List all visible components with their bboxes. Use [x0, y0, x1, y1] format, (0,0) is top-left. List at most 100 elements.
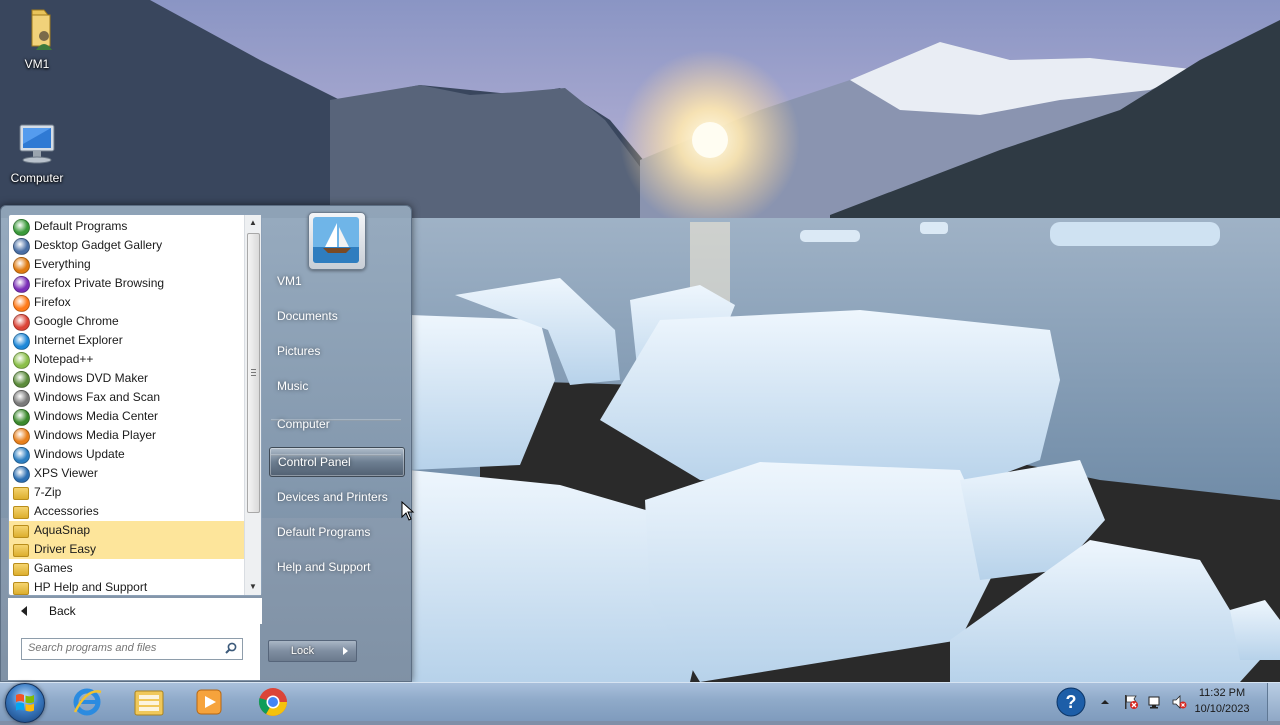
firefox-icon	[13, 295, 30, 312]
program-item[interactable]: Internet Explorer	[9, 331, 245, 350]
folder-icon	[13, 525, 29, 538]
start-button[interactable]	[5, 683, 45, 723]
program-label: AquaSnap	[34, 523, 91, 537]
start-link-documents[interactable]: Documents	[269, 301, 405, 331]
desktop-icon-label: VM1	[24, 57, 50, 71]
windows-update-icon	[13, 447, 30, 464]
program-label: Windows Media Center	[34, 409, 159, 423]
program-label: Windows DVD Maker	[34, 371, 149, 385]
shutdown-options-button[interactable]	[335, 640, 357, 662]
program-item[interactable]: Default Programs	[9, 217, 245, 236]
scroll-down-arrow-icon[interactable]: ▼	[245, 579, 261, 595]
action-center-flag-icon[interactable]	[1123, 694, 1139, 710]
folder-icon	[13, 582, 29, 595]
media-center-icon	[13, 409, 30, 426]
program-item[interactable]: Windows Media Player	[9, 426, 245, 445]
clock-time: 11:32 PM	[1198, 687, 1246, 699]
program-item[interactable]: Windows Fax and Scan	[9, 388, 245, 407]
search-input[interactable]	[28, 639, 218, 657]
start-link-computer[interactable]: Computer	[269, 409, 405, 439]
program-label: Firefox	[34, 295, 71, 309]
folder-icon	[13, 506, 29, 519]
program-label: Windows Media Player	[34, 428, 157, 442]
default-programs-icon	[13, 219, 30, 236]
start-link-default-programs[interactable]: Default Programs	[269, 517, 405, 547]
show-hidden-icons-icon[interactable]	[1100, 696, 1116, 712]
all-programs-pane: Default Programs Desktop Gadget Gallery Ev…	[8, 214, 262, 596]
folder-icon	[13, 544, 29, 557]
program-item[interactable]: Firefox	[9, 293, 245, 312]
program-item[interactable]: Google Chrome	[9, 312, 245, 331]
program-item[interactable]: Accessories	[9, 502, 245, 521]
taskbar: ? 11:32 PM 10/10/2023	[0, 682, 1280, 721]
program-label: Everything	[34, 257, 91, 271]
fax-icon	[13, 390, 30, 407]
menu-separator	[271, 419, 401, 421]
program-item[interactable]: 7-Zip	[9, 483, 245, 502]
taskbar-chrome-button[interactable]	[246, 683, 300, 721]
start-link-control-panel[interactable]: Control Panel	[269, 447, 405, 477]
scroll-up-arrow-icon[interactable]: ▲	[245, 215, 261, 231]
program-label: XPS Viewer	[34, 466, 98, 480]
back-button[interactable]: Back	[8, 598, 262, 624]
desktop-icon-computer[interactable]: Computer	[0, 122, 74, 185]
ie-icon	[73, 688, 102, 716]
user-picture[interactable]	[308, 212, 366, 270]
program-item[interactable]: Notepad++	[9, 350, 245, 369]
lock-button[interactable]: Lock	[268, 640, 337, 662]
chrome-icon	[13, 314, 30, 331]
program-label: Internet Explorer	[34, 333, 123, 347]
system-clock[interactable]: 11:32 PM 10/10/2023	[1187, 685, 1257, 717]
sailboat-picture-icon	[313, 217, 359, 263]
program-label: Notepad++	[34, 352, 94, 366]
start-link-help-and-support[interactable]: Help and Support	[269, 552, 405, 582]
program-item[interactable]: Windows Media Center	[9, 407, 245, 426]
volume-muted-icon[interactable]	[1171, 694, 1187, 710]
start-link-vm1[interactable]: VM1	[269, 266, 405, 296]
search-box[interactable]	[21, 638, 243, 660]
program-label: Firefox Private Browsing	[34, 276, 165, 290]
program-label: Desktop Gadget Gallery	[34, 238, 163, 252]
explorer-folder-icon	[134, 690, 164, 716]
program-item[interactable]: Windows DVD Maker	[9, 369, 245, 388]
search-area	[8, 624, 260, 680]
scrollbar-thumb[interactable]	[247, 233, 260, 513]
program-item[interactable]: XPS Viewer	[9, 464, 245, 483]
help-icon[interactable]: ?	[1055, 686, 1087, 718]
desktop-icon-label: Computer	[10, 171, 64, 185]
program-item[interactable]: Desktop Gadget Gallery	[9, 236, 245, 255]
desktop-icon-vm1[interactable]: VM1	[0, 6, 74, 71]
programs-list: Default Programs Desktop Gadget Gallery Ev…	[9, 217, 245, 597]
search-icon[interactable]	[225, 642, 237, 654]
xps-icon	[13, 466, 30, 483]
ie-icon	[13, 333, 30, 350]
programs-scrollbar[interactable]: ▲ ▼	[244, 215, 261, 595]
taskbar-media-player-button[interactable]	[182, 683, 236, 721]
program-item[interactable]: Games	[9, 559, 245, 578]
program-item[interactable]: Firefox Private Browsing	[9, 274, 245, 293]
start-link-music[interactable]: Music	[269, 371, 405, 401]
computer-icon	[19, 124, 55, 164]
folder-icon	[13, 563, 29, 576]
program-label: Google Chrome	[34, 314, 119, 328]
dvd-maker-icon	[13, 371, 30, 388]
program-item[interactable]: HP Help and Support	[9, 578, 245, 597]
program-label: 7-Zip	[34, 485, 62, 499]
media-player-icon	[196, 689, 222, 715]
program-item[interactable]: Windows Update	[9, 445, 245, 464]
svg-text:?: ?	[1066, 692, 1077, 712]
show-desktop-button[interactable]	[1267, 683, 1280, 721]
program-label: Driver Easy	[34, 542, 97, 556]
network-icon[interactable]	[1147, 694, 1163, 710]
program-item[interactable]: AquaSnap	[9, 521, 245, 540]
gadget-icon	[13, 238, 30, 255]
start-menu: Default Programs Desktop Gadget Gallery Ev…	[0, 205, 412, 682]
user-folder-icon	[31, 9, 52, 50]
start-link-pictures[interactable]: Pictures	[269, 336, 405, 366]
program-item[interactable]: Driver Easy	[9, 540, 245, 559]
taskbar-explorer-button[interactable]	[122, 683, 176, 721]
start-link-devices-and-printers[interactable]: Devices and Printers	[269, 482, 405, 512]
chrome-icon	[258, 688, 287, 716]
taskbar-ie-button[interactable]	[60, 683, 114, 721]
program-item[interactable]: Everything	[9, 255, 245, 274]
